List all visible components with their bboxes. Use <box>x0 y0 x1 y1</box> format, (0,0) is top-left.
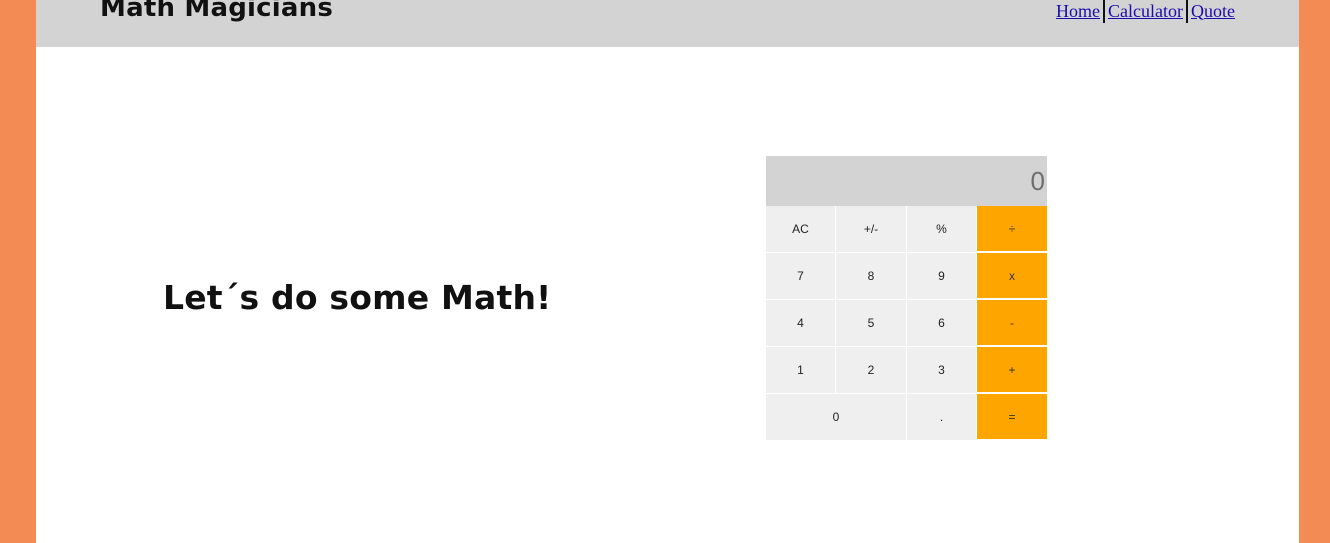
key-4[interactable]: 4 <box>766 300 836 347</box>
key-dot[interactable]: . <box>907 394 977 441</box>
key-sign[interactable]: +/- <box>836 206 907 253</box>
key-9[interactable]: 9 <box>907 253 977 300</box>
key-percent[interactable]: % <box>907 206 977 253</box>
brand-title: Math Magicians <box>100 0 334 23</box>
key-8[interactable]: 8 <box>836 253 907 300</box>
main-nav: Home Calculator Quote <box>1054 0 1237 23</box>
top-navbar: Math Magicians Home Calculator Quote <box>36 0 1299 47</box>
nav-separator <box>1103 0 1106 23</box>
key-0[interactable]: 0 <box>766 394 907 441</box>
key-7[interactable]: 7 <box>766 253 836 300</box>
key-minus[interactable]: - <box>977 300 1047 347</box>
key-divide[interactable]: ÷ <box>977 206 1047 253</box>
key-multiply[interactable]: x <box>977 253 1047 300</box>
key-equals[interactable]: = <box>977 394 1047 441</box>
key-3[interactable]: 3 <box>907 347 977 394</box>
page-heading: Let´s do some Math! <box>163 278 552 317</box>
key-6[interactable]: 6 <box>907 300 977 347</box>
key-1[interactable]: 1 <box>766 347 836 394</box>
nav-separator <box>1186 0 1188 23</box>
page-container: Math Magicians Home Calculator Quote Let… <box>36 0 1299 543</box>
calculator-display: 0 <box>766 156 1047 206</box>
key-2[interactable]: 2 <box>836 347 907 394</box>
calculator-keypad: AC +/- % ÷ 7 8 9 x 4 5 6 - 1 2 3 + 0 . = <box>766 206 1047 441</box>
key-plus[interactable]: + <box>977 347 1047 394</box>
key-ac[interactable]: AC <box>766 206 836 253</box>
nav-link-calculator[interactable]: Calculator <box>1106 1 1185 22</box>
nav-link-quote[interactable]: Quote <box>1189 1 1237 22</box>
nav-link-home[interactable]: Home <box>1054 1 1102 22</box>
calculator: 0 AC +/- % ÷ 7 8 9 x 4 5 6 - 1 2 3 + 0 .… <box>766 156 1047 441</box>
key-5[interactable]: 5 <box>836 300 907 347</box>
